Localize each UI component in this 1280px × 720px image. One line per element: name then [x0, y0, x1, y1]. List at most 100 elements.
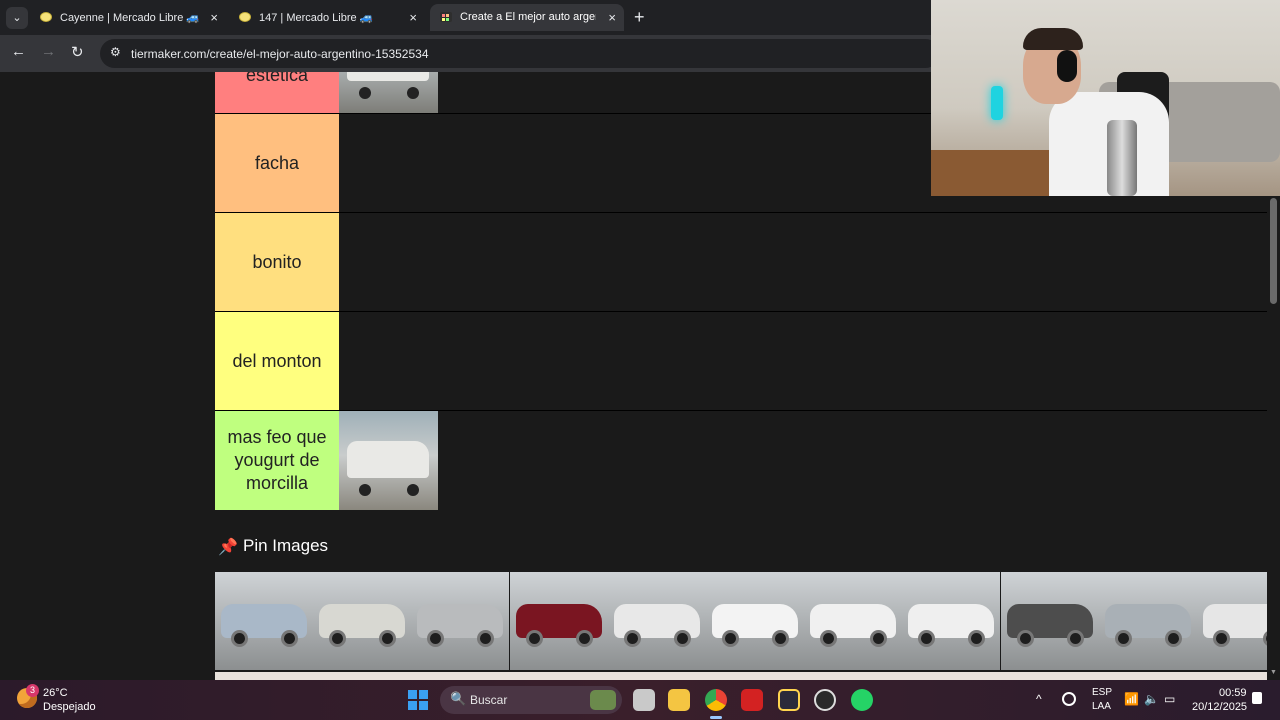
tier-label[interactable]: mas feo que yougurt de morcilla [215, 411, 339, 510]
mercadolibre-favicon-icon [40, 12, 52, 22]
wheel-graphic [1213, 630, 1230, 647]
taskbar-search[interactable]: 🔍 Buscar [440, 686, 622, 714]
active-app-indicator [710, 716, 722, 719]
close-tab-icon[interactable]: × [608, 10, 616, 25]
windows-logo-icon [408, 690, 417, 699]
scroll-down-icon[interactable]: ▼ [1270, 669, 1277, 676]
tier-drop-area[interactable] [339, 213, 1267, 312]
wheel-graphic [918, 630, 936, 647]
address-bar[interactable]: ⚙ tiermaker.com/create/el-mejor-auto-arg… [100, 39, 940, 68]
next-row-thumbnails [215, 672, 1267, 680]
red-app-icon[interactable] [741, 689, 763, 711]
pool-car-image[interactable] [1098, 572, 1197, 670]
tier-label[interactable]: bonito [215, 213, 339, 312]
wheel-graphic [673, 630, 691, 647]
mercadolibre-favicon-icon [239, 12, 251, 22]
pool-car-image[interactable] [1000, 572, 1099, 670]
battery-icon[interactable]: ▭ [1164, 692, 1175, 706]
clock-time[interactable]: 00:59 [1219, 687, 1247, 699]
clock-date[interactable]: 20/12/2025 [1192, 701, 1247, 713]
weather-badge: 3 [26, 684, 39, 697]
sync-icon[interactable] [1062, 692, 1076, 706]
davinci-icon[interactable] [778, 689, 800, 711]
pool-car-image[interactable] [411, 572, 510, 670]
tier-row-del-monton: del monton [215, 311, 1267, 411]
tier-row-bonito: bonito [215, 212, 1267, 312]
pool-car-image[interactable] [804, 572, 903, 670]
wheel-graphic [329, 630, 347, 647]
pool-car-image[interactable] [509, 572, 608, 670]
search-icon: 🔍 [450, 691, 467, 706]
tier-drop-area[interactable] [339, 411, 1267, 510]
pool-car-image[interactable] [902, 572, 1001, 670]
tab-tiermaker[interactable]: Create a El mejor auto argentino × [430, 4, 624, 31]
tiermaker-favicon-icon [440, 12, 452, 22]
wheel-graphic [427, 630, 445, 647]
close-tab-icon[interactable]: × [210, 10, 218, 25]
notification-icon[interactable] [1252, 692, 1262, 704]
start-button[interactable] [408, 690, 428, 710]
reload-icon[interactable]: ↻ [71, 43, 84, 61]
wheel-graphic [1164, 630, 1182, 647]
tab-147[interactable]: 147 | Mercado Libre 🚙 × [229, 4, 425, 31]
pool-car-image[interactable] [706, 572, 804, 670]
scroll-thumb[interactable] [1270, 198, 1277, 304]
tier-label[interactable]: del monton [215, 312, 339, 411]
tab-title: Create a El mejor auto argentino [460, 11, 596, 23]
volume-icon[interactable]: 🔈 [1144, 692, 1159, 706]
whatsapp-icon[interactable] [851, 689, 873, 711]
pool-car-image[interactable] [313, 572, 412, 670]
headset-graphic [1057, 50, 1077, 82]
wheel-graphic [968, 630, 986, 647]
car-image-sedan[interactable] [339, 72, 438, 113]
wheel-graphic [281, 630, 298, 647]
tray-chevron-icon[interactable]: ^ [1036, 692, 1042, 706]
task-view-icon[interactable] [633, 689, 655, 711]
wheel-graphic [525, 630, 543, 647]
pin-images-heading: Pin Images [243, 536, 329, 555]
microphone-graphic [991, 86, 1003, 120]
url-text[interactable]: tiermaker.com/create/el-mejor-auto-argen… [131, 47, 429, 61]
wheel-graphic [477, 630, 495, 647]
obs-icon[interactable] [814, 689, 836, 711]
chrome-icon[interactable] [705, 689, 727, 711]
wheel-graphic [231, 630, 248, 647]
image-pool [215, 572, 1280, 680]
wheel-graphic [820, 630, 838, 647]
tab-cayenne[interactable]: Cayenne | Mercado Libre 🚙 × [30, 4, 226, 31]
close-tab-icon[interactable]: × [409, 10, 417, 25]
weather-temperature[interactable]: 26°C [43, 687, 68, 699]
pool-car-image[interactable] [607, 572, 706, 670]
weather-condition[interactable]: Despejado [43, 701, 96, 713]
keyboard-layout-indicator[interactable]: LAA [1092, 701, 1111, 712]
site-settings-icon[interactable]: ⚙ [110, 45, 121, 59]
wheel-graphic [870, 630, 888, 647]
tab-title: 147 | Mercado Libre 🚙 [259, 12, 374, 24]
wheel-graphic [1114, 630, 1132, 647]
wheel-graphic [1066, 630, 1084, 647]
tier-label[interactable]: estetica [215, 72, 339, 113]
pool-car-image[interactable] [215, 572, 313, 670]
wifi-icon[interactable]: 📶 [1124, 692, 1139, 706]
wheel-graphic [722, 630, 739, 647]
file-explorer-icon[interactable] [668, 689, 690, 711]
tier-row-mas-feo: mas feo que yougurt de morcilla [215, 410, 1267, 510]
back-icon[interactable]: ← [11, 43, 26, 60]
tier-drop-area[interactable] [339, 312, 1267, 411]
language-indicator[interactable]: ESP [1092, 687, 1112, 698]
forward-icon[interactable]: → [41, 43, 56, 60]
person-hair-graphic [1023, 28, 1083, 50]
new-tab-button[interactable]: + [634, 7, 645, 28]
wheel-graphic [575, 630, 593, 647]
wheel-graphic [623, 630, 641, 647]
car-image-fiat-147[interactable] [339, 411, 438, 510]
wheel-graphic [379, 630, 397, 647]
tier-label[interactable]: facha [215, 114, 339, 213]
tab-search-button[interactable]: ⌄ [6, 7, 28, 29]
wheel-graphic [1016, 630, 1034, 647]
wheel-graphic [772, 630, 789, 647]
search-placeholder: Buscar [470, 693, 508, 707]
tab-title: Cayenne | Mercado Libre 🚙 [60, 12, 200, 24]
webcam-overlay [931, 0, 1280, 196]
taskbar: 3 26°C Despejado 🔍 Buscar ^ ESP LAA 📶 🔈 … [0, 680, 1280, 720]
